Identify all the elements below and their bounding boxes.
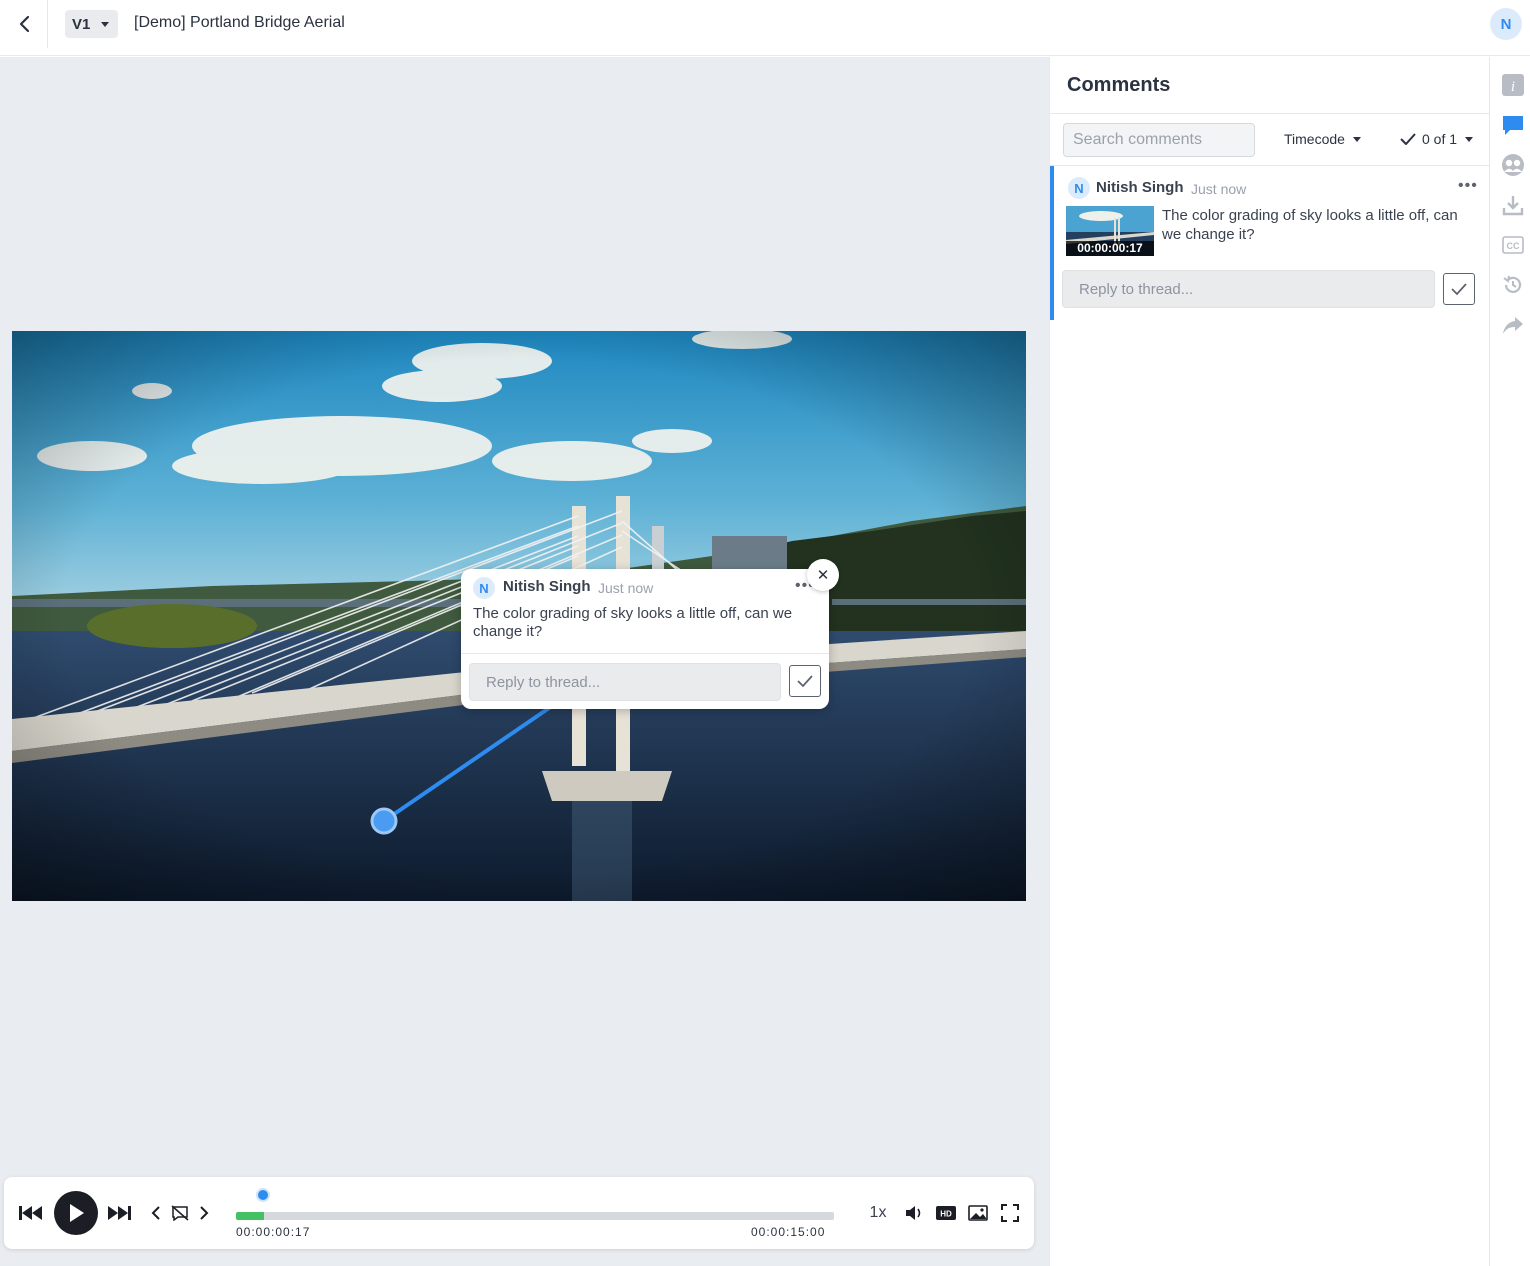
panel-title: Comments	[1067, 74, 1171, 96]
image-icon	[968, 1205, 988, 1221]
sidebar-item-comments[interactable]	[1500, 112, 1526, 138]
chevron-right-icon	[200, 1206, 209, 1220]
comments-panel: Comments Timecode 0 of 1 N Nitish Singh …	[1049, 57, 1490, 1266]
resolve-button[interactable]	[1443, 273, 1475, 305]
reply-input[interactable]	[469, 663, 781, 701]
annotation-pin[interactable]	[370, 807, 398, 835]
close-icon: ✕	[816, 567, 830, 584]
reviewers-icon	[1502, 154, 1524, 176]
avatar: N	[473, 577, 495, 599]
page-title: [Demo] Portland Bridge Aerial	[134, 14, 345, 31]
svg-text:HD: HD	[940, 1210, 952, 1219]
fullscreen-button[interactable]	[998, 1201, 1022, 1225]
svg-text:i: i	[1511, 79, 1515, 95]
sort-label: Timecode	[1284, 131, 1345, 147]
video-stage: N Nitish Singh Just now ••• The color gr…	[0, 57, 1049, 1266]
comment-author: Nitish Singh	[1096, 179, 1184, 196]
hd-icon: HD	[936, 1206, 956, 1220]
timeline-comment-marker[interactable]	[256, 1188, 270, 1202]
info-icon: i	[1502, 74, 1524, 96]
close-popup-button[interactable]: ✕	[807, 559, 839, 591]
version-dropdown[interactable]: V1	[65, 10, 118, 38]
skip-forward-button[interactable]	[106, 1201, 132, 1225]
playback-speed-button[interactable]: 1x	[864, 1201, 892, 1225]
image-mode-button[interactable]	[966, 1201, 990, 1225]
check-icon	[1400, 133, 1416, 145]
version-label: V1	[72, 15, 91, 33]
timeline-scrubber[interactable]	[236, 1212, 834, 1220]
chevron-left-icon	[151, 1206, 160, 1220]
annotation-popup: N Nitish Singh Just now ••• The color gr…	[461, 569, 829, 709]
comment-time: Just now	[598, 580, 654, 596]
comment-thread[interactable]: N Nitish Singh Just now ••• 00:00:00:17 …	[1050, 166, 1490, 320]
chevron-left-icon	[19, 15, 29, 33]
avatar: N	[1068, 177, 1090, 199]
comment-author: Nitish Singh	[503, 578, 591, 595]
top-bar: V1 [Demo] Portland Bridge Aerial N	[0, 0, 1530, 56]
more-options-icon[interactable]: •••	[1458, 177, 1478, 195]
download-icon	[1502, 196, 1524, 216]
resolve-button[interactable]	[789, 665, 821, 697]
volume-button[interactable]	[902, 1201, 926, 1225]
comments-icon	[1503, 116, 1523, 135]
skip-back-button[interactable]	[18, 1201, 44, 1225]
volume-icon	[906, 1206, 921, 1220]
share-icon	[1503, 317, 1523, 334]
duration: 00:00:15:00	[751, 1225, 826, 1239]
caret-down-icon	[1352, 136, 1361, 142]
sidebar-item-history[interactable]	[1500, 272, 1526, 298]
filter-label: 0 of 1	[1422, 131, 1458, 147]
user-avatar[interactable]: N	[1490, 8, 1522, 40]
back-button[interactable]	[0, 0, 48, 48]
skip-forward-icon	[108, 1206, 131, 1220]
timeline-progress	[236, 1212, 265, 1220]
captions-icon: CC	[1502, 236, 1524, 254]
thumbnail-timecode: 00:00:00:17	[1066, 241, 1154, 256]
comment-thumbnail[interactable]: 00:00:00:17	[1066, 206, 1154, 256]
reply-input[interactable]	[1062, 270, 1435, 308]
next-comment-button[interactable]	[196, 1201, 212, 1225]
skip-back-icon	[19, 1206, 42, 1220]
player-controls: 00:00:00:17 00:00:15:00 1x HD	[4, 1177, 1034, 1249]
check-icon	[797, 675, 813, 688]
play-button[interactable]	[54, 1191, 98, 1235]
divider	[1050, 113, 1490, 114]
comment-text: The color grading of sky looks a little …	[1162, 207, 1458, 243]
check-icon	[1451, 283, 1467, 296]
sidebar-rail: i CC	[1490, 57, 1530, 1266]
filter-dropdown[interactable]: 0 of 1	[1400, 131, 1474, 147]
play-icon	[70, 1204, 84, 1222]
annotation-off-icon	[171, 1205, 189, 1221]
previous-comment-button[interactable]	[148, 1201, 164, 1225]
caret-down-icon	[101, 21, 110, 27]
version-history-icon	[1503, 275, 1522, 293]
comment-time: Just now	[1191, 181, 1247, 197]
current-time: 00:00:00:17	[236, 1225, 311, 1239]
svg-text:CC: CC	[1507, 241, 1520, 251]
sort-dropdown[interactable]: Timecode	[1284, 131, 1361, 147]
quality-button[interactable]: HD	[934, 1201, 958, 1225]
sidebar-item-share[interactable]	[1500, 312, 1526, 338]
search-input[interactable]	[1063, 123, 1255, 157]
toggle-annotations-button[interactable]	[170, 1201, 190, 1225]
divider	[461, 653, 829, 654]
fullscreen-icon	[1001, 1204, 1019, 1222]
caret-down-icon	[1465, 136, 1474, 142]
sidebar-item-reviewers[interactable]	[1500, 152, 1526, 178]
sidebar-item-download[interactable]	[1500, 192, 1526, 218]
sidebar-item-captions[interactable]: CC	[1500, 232, 1526, 258]
sidebar-item-info[interactable]: i	[1500, 72, 1526, 98]
comment-text: The color grading of sky looks a little …	[473, 605, 793, 640]
